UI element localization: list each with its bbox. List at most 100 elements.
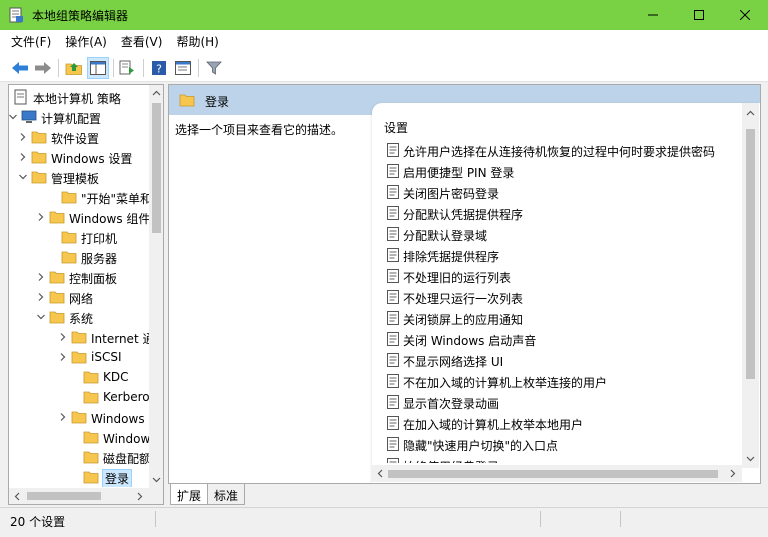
tree-item[interactable]: Windows 设置 [9, 147, 149, 167]
chevron-right-icon[interactable] [17, 131, 29, 143]
minimize-button[interactable] [630, 0, 676, 30]
help-button[interactable]: ? [149, 58, 169, 78]
chevron-right-icon[interactable] [57, 351, 69, 363]
tree-item-label: 计算机配置 [41, 112, 102, 126]
tree-item[interactable]: 服务器 [9, 247, 149, 267]
tab-standard[interactable]: 标准 [208, 484, 246, 505]
chevron-right-icon[interactable] [35, 271, 47, 283]
navigation-tree[interactable]: 本地计算机 策略计算机配置软件设置 Windows 设置管理模板 "开始"菜单和任务… [8, 84, 164, 505]
tree-vscroll-thumb[interactable] [152, 103, 161, 233]
scroll-down-icon[interactable] [152, 475, 161, 484]
settings-column-header[interactable]: 设置 [384, 119, 408, 136]
setting-row[interactable]: 允许用户选择在从连接待机恢复的过程中何时要求提供密码 [384, 140, 744, 161]
settings-hscroll-thumb[interactable] [388, 470, 718, 478]
chevron-right-icon[interactable] [17, 151, 29, 163]
forward-button[interactable] [33, 58, 53, 78]
tree-item[interactable]: KDC [9, 367, 149, 387]
tree-item[interactable]: Windows 时间服务 [9, 407, 149, 427]
scroll-up-icon[interactable] [152, 89, 161, 98]
close-button[interactable] [722, 0, 768, 30]
tree-twisty[interactable] [17, 151, 29, 163]
setting-row[interactable]: 始终使用经典登录 [384, 455, 744, 463]
tree-item[interactable]: iSCSI [9, 347, 149, 367]
chevron-down-icon[interactable] [35, 311, 47, 323]
tree-item[interactable]: Windows 组件 [9, 207, 149, 227]
folder-icon [49, 291, 65, 304]
status-text: 20 个设置 [10, 515, 66, 529]
settings-vscroll-thumb[interactable] [746, 129, 755, 379]
scroll-right-icon[interactable] [135, 492, 144, 501]
scroll-left-icon[interactable] [13, 492, 22, 501]
tree-item[interactable]: 系统 [9, 307, 149, 327]
chevron-right-icon[interactable] [57, 331, 69, 343]
tree-item[interactable]: Internet 通信管理 [9, 327, 149, 347]
scroll-left-icon[interactable] [376, 469, 385, 478]
tree-item-label: 打印机 [81, 232, 118, 246]
tab-extended[interactable]: 扩展 [170, 484, 209, 505]
menu-file[interactable]: 文件(F) [4, 31, 58, 53]
title-bar[interactable]: 本地组策略编辑器 [0, 0, 768, 30]
tree-twisty[interactable] [9, 111, 19, 123]
back-button[interactable] [10, 58, 30, 78]
tree-item[interactable]: "开始"菜单和任务栏 [9, 187, 149, 207]
maximize-button[interactable] [676, 0, 722, 30]
menu-view[interactable]: 查看(V) [114, 31, 170, 53]
menu-help[interactable]: 帮助(H) [169, 31, 225, 53]
tree-hscroll-thumb[interactable] [27, 492, 101, 500]
setting-row[interactable]: 显示首次登录动画 [384, 392, 744, 413]
chevron-right-icon[interactable] [57, 411, 69, 423]
chevron-down-icon[interactable] [17, 171, 29, 183]
tree-twisty[interactable] [57, 331, 69, 343]
menu-action[interactable]: 操作(A) [58, 31, 114, 53]
chevron-right-icon[interactable] [35, 211, 47, 223]
tree-item[interactable]: 打印机 [9, 227, 149, 247]
tree-horizontal-scrollbar[interactable] [9, 488, 163, 504]
setting-row[interactable]: 隐藏"快速用户切换"的入口点 [384, 434, 744, 455]
scroll-down-icon[interactable] [746, 454, 755, 463]
chevron-right-icon[interactable] [35, 291, 47, 303]
tree-item[interactable]: 计算机配置 [9, 107, 149, 127]
setting-row[interactable]: 不处理旧的运行列表 [384, 266, 744, 287]
setting-row[interactable]: 关闭锁屏上的应用通知 [384, 308, 744, 329]
setting-row[interactable]: 排除凭据提供程序 [384, 245, 744, 266]
tree-item[interactable]: 登录 [9, 467, 149, 487]
setting-row[interactable]: 分配默认凭据提供程序 [384, 203, 744, 224]
show-hide-tree-button[interactable] [87, 57, 109, 79]
setting-row[interactable]: 不显示网络选择 UI [384, 350, 744, 371]
setting-row[interactable]: 启用便捷型 PIN 登录 [384, 161, 744, 182]
tree-twisty[interactable] [17, 171, 29, 183]
tree-twisty[interactable] [35, 291, 47, 303]
setting-row[interactable]: 关闭 Windows 启动声音 [384, 329, 744, 350]
settings-horizontal-scrollbar[interactable] [372, 465, 742, 482]
tree-item[interactable]: 软件设置 [9, 127, 149, 147]
tree-twisty[interactable] [17, 131, 29, 143]
tree-item[interactable]: Kerberos [9, 387, 149, 407]
tree-twisty[interactable] [35, 211, 47, 223]
tree-item[interactable]: 控制面板 [9, 267, 149, 287]
chevron-down-icon[interactable] [9, 111, 19, 123]
settings-vertical-scrollbar[interactable] [742, 103, 759, 468]
up-one-level-button[interactable] [64, 58, 84, 78]
setting-row[interactable]: 在加入域的计算机上枚举本地用户 [384, 413, 744, 434]
export-list-button[interactable] [118, 58, 138, 78]
tree-item[interactable]: 磁盘配额 [9, 447, 149, 467]
tree-twisty[interactable] [35, 271, 47, 283]
setting-row[interactable]: 关闭图片密码登录 [384, 182, 744, 203]
tree-item[interactable]: 网络 [9, 287, 149, 307]
tree-twisty[interactable] [57, 351, 69, 363]
scroll-up-icon[interactable] [746, 109, 755, 118]
tree-twisty[interactable] [35, 311, 47, 323]
status-bar: 20 个设置 [0, 507, 768, 537]
properties-button[interactable] [173, 58, 193, 78]
setting-row[interactable]: 不处理只运行一次列表 [384, 287, 744, 308]
tree-item[interactable]: Windows 文件保护 [9, 427, 149, 447]
filter-button[interactable] [204, 58, 224, 78]
setting-row[interactable]: 不在加入域的计算机上枚举连接的用户 [384, 371, 744, 392]
setting-row[interactable]: 分配默认登录域 [384, 224, 744, 245]
scroll-right-icon[interactable] [728, 469, 737, 478]
tree-item[interactable]: 管理模板 [9, 167, 149, 187]
tree-twisty[interactable] [57, 411, 69, 423]
tree-item[interactable]: 本地计算机 策略 [9, 87, 149, 107]
tree-vertical-scrollbar[interactable] [149, 85, 163, 488]
setting-label: 不处理只运行一次列表 [403, 292, 524, 306]
